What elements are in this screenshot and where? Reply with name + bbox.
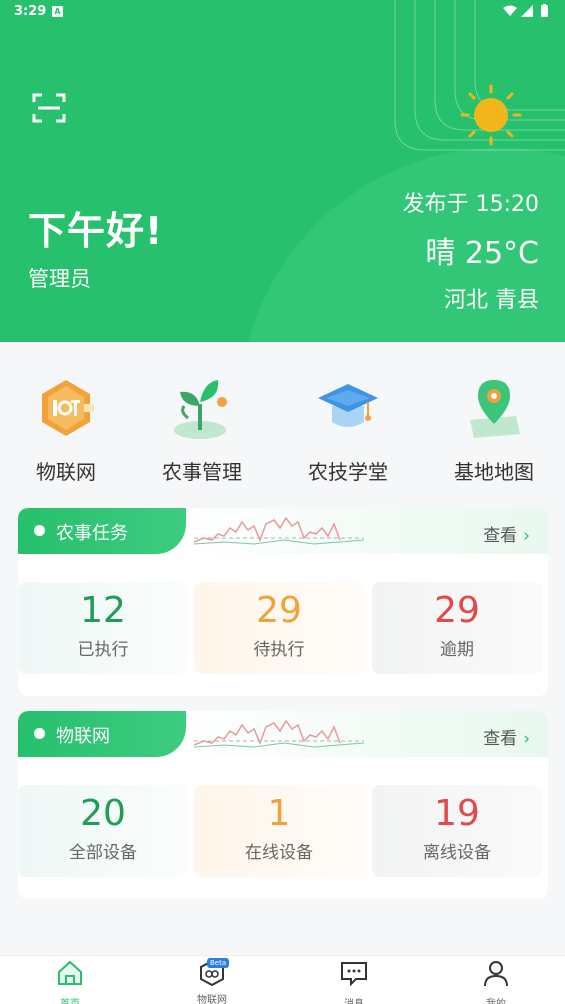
sprout-icon bbox=[174, 380, 227, 439]
nav-profile[interactable]: 我的 bbox=[456, 958, 536, 1004]
card-title-tab: 农事任务 bbox=[18, 508, 186, 554]
sun-icon bbox=[460, 84, 522, 146]
map-pin-icon bbox=[470, 380, 520, 438]
quick-item-agri-school[interactable]: 农技学堂 bbox=[288, 376, 408, 485]
quick-item-label: 农事管理 bbox=[162, 460, 242, 484]
view-more-label: 查看 bbox=[483, 729, 518, 749]
stat-all-devices[interactable]: 20 全部设备 bbox=[18, 785, 188, 877]
stat-overdue[interactable]: 29 逾期 bbox=[372, 582, 542, 674]
nav-label: 物联网 bbox=[197, 995, 227, 1004]
iot-card: 物联网 查看 › 20 全部设备 1 在线设备 19 离线设备 bbox=[18, 711, 548, 899]
quick-item-label: 物联网 bbox=[36, 460, 96, 484]
stat-value: 20 bbox=[80, 793, 126, 834]
quick-item-label: 基地地图 bbox=[454, 460, 534, 484]
quick-item-base-map[interactable]: 基地地图 bbox=[434, 376, 554, 485]
user-role: 管理员 bbox=[28, 267, 91, 291]
stat-offline-devices[interactable]: 19 离线设备 bbox=[372, 785, 542, 877]
view-more-label: 查看 bbox=[483, 526, 518, 546]
message-icon bbox=[341, 962, 367, 987]
scan-icon[interactable] bbox=[32, 92, 66, 124]
decorative-wave bbox=[194, 719, 364, 748]
stat-label: 全部设备 bbox=[69, 843, 137, 863]
view-more-link[interactable]: 查看 › bbox=[483, 724, 530, 749]
nav-label: 我的 bbox=[456, 995, 536, 1004]
stat-label: 已执行 bbox=[77, 640, 129, 660]
chevron-right-icon: › bbox=[523, 526, 530, 546]
stat-label: 逾期 bbox=[440, 640, 474, 660]
stat-label: 在线设备 bbox=[245, 843, 313, 863]
nav-label: 首页 bbox=[30, 995, 110, 1004]
stats-row: 12 已执行 29 待执行 29 逾期 bbox=[18, 554, 548, 690]
notification-a-icon: A bbox=[52, 6, 63, 17]
card-title: 农事任务 bbox=[56, 523, 128, 544]
decorative-wave bbox=[194, 516, 364, 545]
weather-temperature: 晴 25°C bbox=[425, 236, 539, 271]
stat-value: 29 bbox=[434, 590, 480, 631]
card-title-tab: 物联网 bbox=[18, 711, 186, 757]
chevron-right-icon: › bbox=[523, 729, 530, 749]
card-header: 物联网 查看 › bbox=[18, 711, 548, 757]
quick-item-farm-management[interactable]: 农事管理 bbox=[142, 376, 262, 485]
stat-pending[interactable]: 29 待执行 bbox=[194, 582, 364, 674]
farm-tasks-card: 农事任务 查看 › 12 已执行 29 待执行 29 逾期 bbox=[18, 508, 548, 696]
status-time: 3:29 bbox=[14, 4, 47, 19]
title-dot bbox=[34, 728, 45, 739]
weather-publish-time: 发布于 15:20 bbox=[402, 192, 539, 217]
stat-label: 待执行 bbox=[253, 640, 305, 660]
stats-row: 20 全部设备 1 在线设备 19 离线设备 bbox=[18, 757, 548, 893]
title-dot bbox=[34, 525, 45, 536]
quick-menu: 物联网 农事管理 农技学堂 基地地图 bbox=[0, 342, 565, 492]
stat-value: 12 bbox=[80, 590, 126, 631]
status-icons bbox=[503, 4, 548, 17]
bottom-navigation: 首页 Beta 物联网 消息 我的 bbox=[0, 955, 565, 1004]
nav-messages[interactable]: 消息 bbox=[314, 958, 394, 1004]
iot-icon bbox=[42, 380, 94, 436]
stat-value: 29 bbox=[256, 590, 302, 631]
decorative-lines bbox=[394, 0, 565, 151]
status-bar: 3:29 A bbox=[0, 0, 565, 24]
weather-location: 河北 青县 bbox=[444, 288, 539, 313]
beta-badge: Beta bbox=[207, 958, 230, 968]
stat-label: 离线设备 bbox=[423, 843, 491, 863]
nav-label: 消息 bbox=[314, 995, 394, 1004]
quick-item-label: 农技学堂 bbox=[308, 460, 388, 484]
view-more-link[interactable]: 查看 › bbox=[483, 521, 530, 546]
stat-executed[interactable]: 12 已执行 bbox=[18, 582, 188, 674]
greeting-text: 下午好! bbox=[28, 209, 164, 253]
nav-home[interactable]: 首页 bbox=[30, 958, 110, 1004]
iot-beta-icon: Beta bbox=[197, 958, 230, 988]
stat-value: 19 bbox=[434, 793, 480, 834]
graduation-cap-icon bbox=[318, 384, 378, 427]
quick-item-iot[interactable]: 物联网 bbox=[6, 376, 126, 485]
card-header: 农事任务 查看 › bbox=[18, 508, 548, 554]
nav-iot[interactable]: Beta 物联网 bbox=[172, 958, 252, 1004]
user-icon bbox=[484, 961, 508, 987]
stat-value: 1 bbox=[267, 793, 291, 834]
card-title: 物联网 bbox=[56, 726, 110, 747]
header-banner: 下午好! 管理员 发布于 15:20 晴 25°C 河北 青县 bbox=[0, 0, 565, 342]
stat-online-devices[interactable]: 1 在线设备 bbox=[194, 785, 364, 877]
home-icon bbox=[58, 960, 82, 985]
